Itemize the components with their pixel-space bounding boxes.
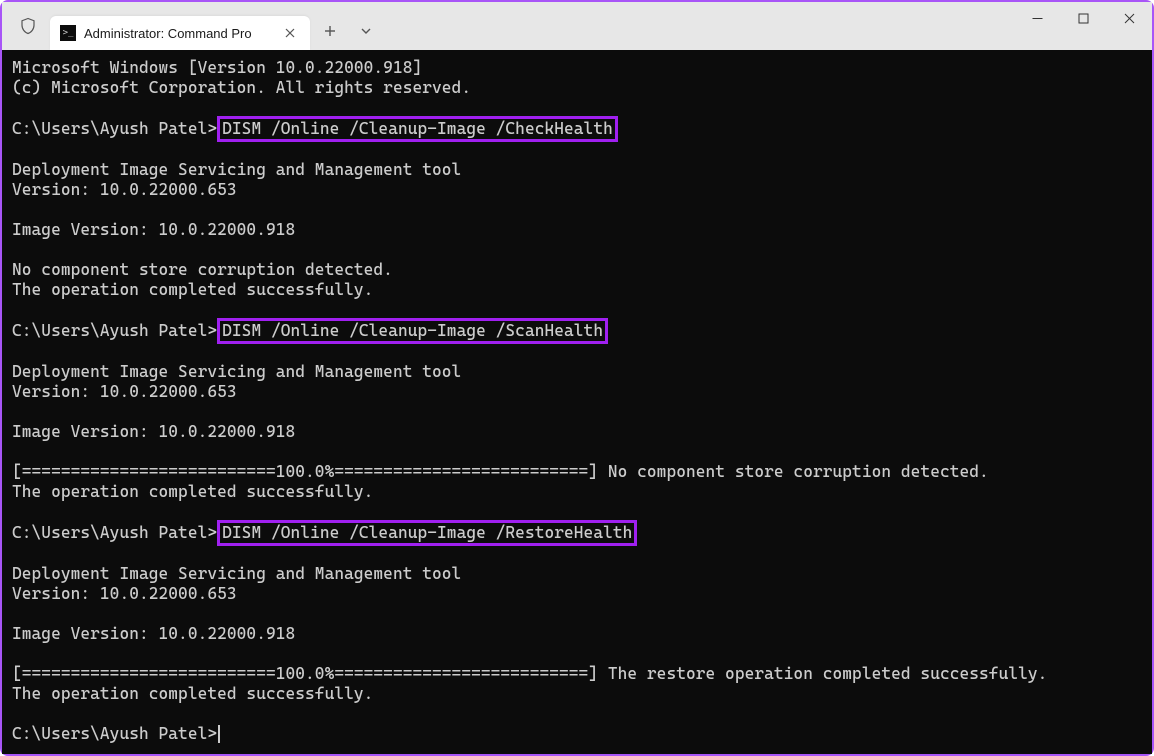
- terminal-output[interactable]: Microsoft Windows [Version 10.0.22000.91…: [2, 50, 1152, 754]
- command-highlighted: DISM /Online /Cleanup-Image /ScanHealth: [217, 318, 608, 344]
- tab-active[interactable]: >_ Administrator: Command Pro: [50, 16, 310, 50]
- command-highlighted: DISM /Online /Cleanup-Image /CheckHealth: [217, 116, 618, 142]
- os-header-line: Microsoft Windows [Version 10.0.22000.91…: [12, 58, 422, 77]
- result-success: The operation completed successfully.: [12, 482, 373, 501]
- dism-title: Deployment Image Servicing and Managemen…: [12, 564, 461, 583]
- dism-version: Version: 10.0.22000.653: [12, 180, 237, 199]
- shield-icon: [18, 16, 38, 36]
- copyright-line: (c) Microsoft Corporation. All rights re…: [12, 78, 471, 97]
- result-no-corruption: No component store corruption detected.: [12, 260, 393, 279]
- image-version: Image Version: 10.0.22000.918: [12, 624, 295, 643]
- new-tab-button[interactable]: [314, 15, 346, 47]
- progress-line: [==========================100.0%=======…: [12, 462, 989, 481]
- dism-version: Version: 10.0.22000.653: [12, 584, 237, 603]
- prompt: C:\Users\Ayush Patel>: [12, 321, 217, 340]
- command-highlighted: DISM /Online /Cleanup-Image /RestoreHeal…: [217, 520, 637, 546]
- minimize-button[interactable]: [1014, 2, 1060, 34]
- prompt: C:\Users\Ayush Patel>: [12, 523, 217, 542]
- result-success: The operation completed successfully.: [12, 280, 373, 299]
- tab-close-button[interactable]: [280, 23, 300, 43]
- prompt: C:\Users\Ayush Patel>: [12, 119, 217, 138]
- window-controls: [1014, 2, 1152, 50]
- image-version: Image Version: 10.0.22000.918: [12, 422, 295, 441]
- result-success: The operation completed successfully.: [12, 684, 373, 703]
- tab-title: Administrator: Command Pro: [84, 26, 252, 41]
- command-prompt-icon: >_: [60, 25, 76, 41]
- image-version: Image Version: 10.0.22000.918: [12, 220, 295, 239]
- titlebar-left: >_ Administrator: Command Pro: [10, 2, 382, 50]
- prompt: C:\Users\Ayush Patel>: [12, 724, 217, 743]
- progress-line: [==========================100.0%=======…: [12, 664, 1047, 683]
- close-button[interactable]: [1106, 2, 1152, 34]
- text-cursor: [218, 725, 220, 743]
- dism-title: Deployment Image Servicing and Managemen…: [12, 362, 461, 381]
- window-titlebar: >_ Administrator: Command Pro: [2, 2, 1152, 50]
- dism-version: Version: 10.0.22000.653: [12, 382, 237, 401]
- dism-title: Deployment Image Servicing and Managemen…: [12, 160, 461, 179]
- maximize-button[interactable]: [1060, 2, 1106, 34]
- tab-dropdown-button[interactable]: [350, 15, 382, 47]
